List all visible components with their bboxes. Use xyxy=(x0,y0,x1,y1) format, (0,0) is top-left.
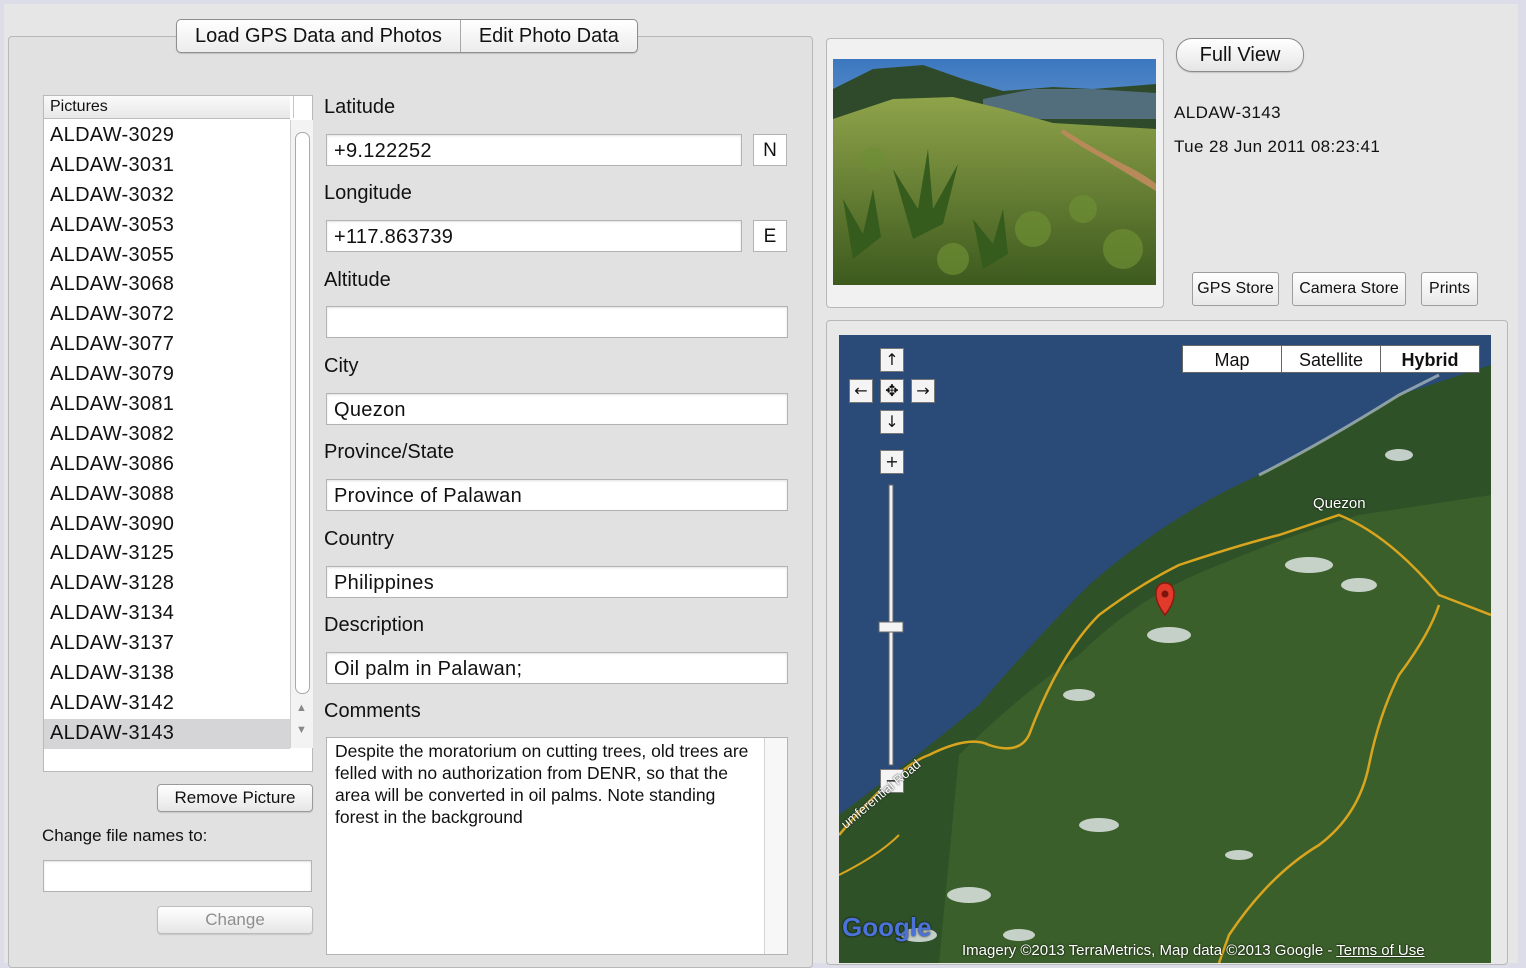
list-item[interactable]: ALDAW-3125 xyxy=(44,539,290,569)
list-item[interactable]: ALDAW-3128 xyxy=(44,569,290,599)
pictures-list[interactable]: Pictures ALDAW-3029 ALDAW-3031 ALDAW-3032 A… xyxy=(43,95,313,772)
latitude-label: Latitude xyxy=(324,96,396,118)
list-item[interactable]: ALDAW-3137 xyxy=(44,629,290,659)
description-input[interactable]: Oil palm in Palawan; xyxy=(326,652,788,684)
map-canvas[interactable] xyxy=(839,335,1491,963)
list-item[interactable]: ALDAW-3031 xyxy=(44,151,290,181)
list-item[interactable]: ALDAW-3090 xyxy=(44,510,290,540)
description-label: Description xyxy=(324,614,425,636)
list-item[interactable]: ALDAW-3142 xyxy=(44,689,290,719)
change-button[interactable]: Change xyxy=(157,906,313,934)
pan-up-icon[interactable]: ↑ xyxy=(880,348,904,372)
google-logo[interactable]: Google xyxy=(842,912,932,943)
map-attribution-text: Imagery ©2013 TerraMetrics, Map data ©20… xyxy=(962,942,1333,959)
pan-center-icon[interactable]: ✥ xyxy=(880,379,904,403)
photo-preview-frame xyxy=(826,38,1164,308)
country-input[interactable]: Philippines xyxy=(326,566,788,598)
map-attribution: Imagery ©2013 TerraMetrics, Map data ©20… xyxy=(962,942,1425,959)
pan-down-icon[interactable]: ↓ xyxy=(880,410,904,434)
change-file-names-input[interactable] xyxy=(43,860,312,892)
latitude-input[interactable]: +9.122252 xyxy=(326,134,742,166)
list-item[interactable]: ALDAW-3072 xyxy=(44,300,290,330)
list-item[interactable]: ALDAW-3029 xyxy=(44,121,290,151)
list-item[interactable]: ALDAW-3077 xyxy=(44,330,290,360)
camera-store-button[interactable]: Camera Store xyxy=(1292,272,1406,306)
map-type-hybrid[interactable]: Hybrid xyxy=(1380,345,1480,373)
list-item[interactable]: ALDAW-3086 xyxy=(44,450,290,480)
change-file-names-label: Change file names to: xyxy=(42,826,208,845)
full-view-button[interactable]: Full View xyxy=(1176,38,1304,72)
remove-picture-button[interactable]: Remove Picture xyxy=(157,784,313,812)
list-item[interactable]: ALDAW-3138 xyxy=(44,659,290,689)
zoom-in-icon[interactable]: + xyxy=(880,450,904,474)
country-label: Country xyxy=(324,528,395,550)
scroll-down-icon[interactable]: ▼ xyxy=(296,724,307,736)
pan-left-icon[interactable]: ← xyxy=(849,379,873,403)
list-item[interactable]: ALDAW-3088 xyxy=(44,480,290,510)
map-type-map[interactable]: Map xyxy=(1182,345,1282,373)
map-panel[interactable] xyxy=(826,320,1508,965)
latitude-hemisphere-input[interactable]: N xyxy=(753,134,787,166)
pan-right-icon[interactable]: → xyxy=(911,379,935,403)
map-place-label: Quezon xyxy=(1313,495,1366,512)
photo-datetime-text: Tue 28 Jun 2011 08:23:41 xyxy=(1174,137,1381,156)
longitude-hemisphere-input[interactable]: E xyxy=(753,220,787,252)
list-item[interactable]: ALDAW-3068 xyxy=(44,270,290,300)
list-item[interactable]: ALDAW-3143 xyxy=(44,718,290,749)
city-input[interactable]: Quezon xyxy=(326,393,788,425)
comments-text: Despite the moratorium on cutting trees,… xyxy=(335,741,749,827)
map-type-satellite[interactable]: Satellite xyxy=(1281,345,1381,373)
altitude-label: Altitude xyxy=(324,269,391,291)
photo-preview-image[interactable] xyxy=(833,59,1156,285)
list-item[interactable]: ALDAW-3134 xyxy=(44,599,290,629)
list-item[interactable]: ALDAW-3079 xyxy=(44,360,290,390)
gps-store-button[interactable]: GPS Store xyxy=(1192,272,1279,306)
list-item[interactable]: ALDAW-3032 xyxy=(44,181,290,211)
pictures-column-header[interactable]: Pictures xyxy=(44,96,294,119)
comments-scrollbar[interactable] xyxy=(764,738,787,954)
scroll-up-icon[interactable]: ▲ xyxy=(296,702,307,714)
pictures-scrollbar[interactable]: ▲ ▼ xyxy=(290,120,313,748)
list-item[interactable]: ALDAW-3053 xyxy=(44,211,290,241)
province-label: Province/State xyxy=(324,441,455,463)
longitude-input[interactable]: +117.863739 xyxy=(326,220,742,252)
tab-edit-photo[interactable]: Edit Photo Data xyxy=(461,20,637,52)
tab-bar: Load GPS Data and Photos Edit Photo Data xyxy=(176,19,638,53)
list-item[interactable]: ALDAW-3081 xyxy=(44,390,290,420)
comments-label: Comments xyxy=(324,700,421,722)
photo-name-text: ALDAW-3143 xyxy=(1174,103,1281,122)
tab-load-gps[interactable]: Load GPS Data and Photos xyxy=(177,20,461,52)
terms-of-use-link[interactable]: Terms of Use xyxy=(1336,942,1424,959)
city-label: City xyxy=(324,355,359,377)
altitude-input[interactable] xyxy=(326,306,788,338)
scroll-thumb[interactable] xyxy=(295,132,310,694)
list-item[interactable]: ALDAW-3082 xyxy=(44,420,290,450)
list-item[interactable]: ALDAW-3055 xyxy=(44,241,290,271)
prints-button[interactable]: Prints xyxy=(1421,272,1478,306)
longitude-label: Longitude xyxy=(324,182,412,204)
comments-textarea[interactable]: Despite the moratorium on cutting trees,… xyxy=(326,737,788,955)
pictures-rows: ALDAW-3029 ALDAW-3031 ALDAW-3032 ALDAW-3053… xyxy=(44,121,290,749)
province-input[interactable]: Province of Palawan xyxy=(326,479,788,511)
